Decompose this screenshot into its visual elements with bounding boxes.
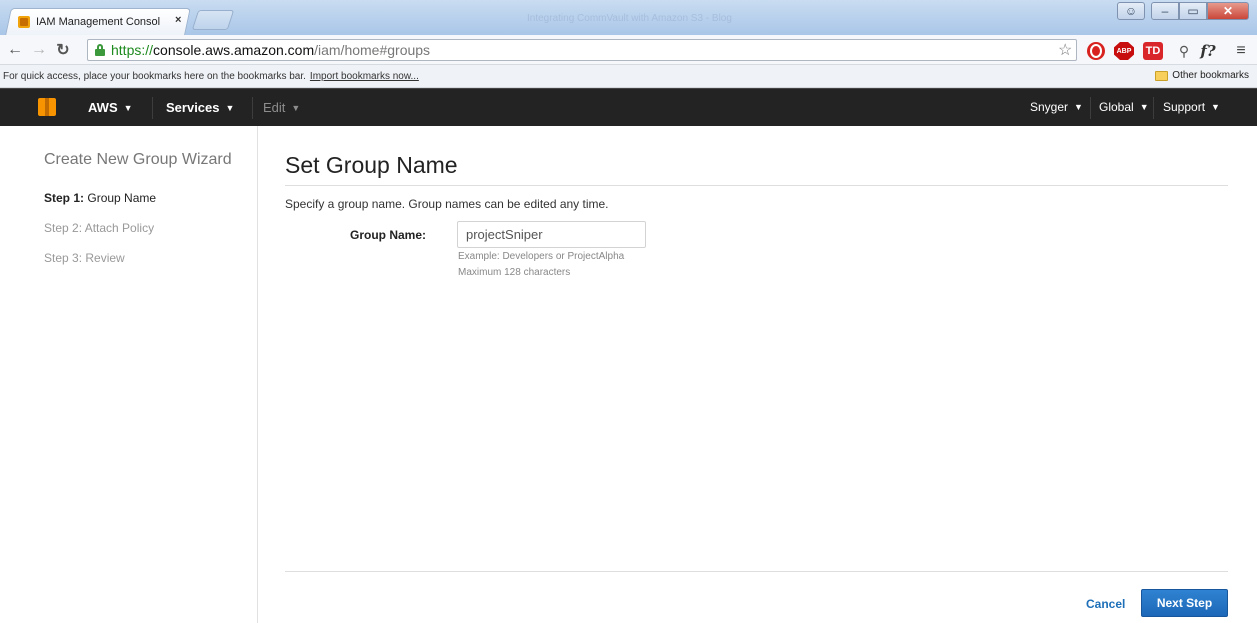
step-label: Review [85, 251, 125, 265]
chevron-down-icon: ▼ [123, 102, 133, 113]
cancel-button[interactable]: Cancel [1086, 597, 1125, 611]
bookmark-star-icon[interactable]: ☆ [1058, 40, 1072, 60]
aws-top-nav: AWS ▼ Services ▼ Edit ▼ Snyger ▼ Global … [0, 88, 1257, 126]
services-menu[interactable]: Services ▼ [166, 100, 234, 115]
step-number: Step 1: [44, 191, 85, 205]
browser-menu-icon[interactable]: ≡ [1232, 42, 1250, 60]
user-profile-icon[interactable]: ☺ [1117, 2, 1145, 20]
chevron-down-icon: ▼ [225, 102, 235, 113]
forward-arrow-icon[interactable]: → [30, 41, 48, 59]
wizard-step-review: Step 3: Review [44, 251, 125, 265]
aws-cube-icon[interactable] [38, 98, 56, 116]
other-bookmarks-button[interactable]: Other bookmarks [1155, 70, 1249, 81]
chevron-down-icon: ▼ [1211, 102, 1220, 112]
edit-menu[interactable]: Edit ▼ [263, 100, 300, 115]
lock-icon [94, 44, 106, 56]
group-name-max-hint: Maximum 128 characters [458, 267, 571, 278]
reload-icon[interactable]: ↻ [54, 40, 72, 60]
maximize-icon[interactable]: ▭ [1179, 2, 1207, 20]
nav-divider [152, 97, 153, 119]
next-step-button[interactable]: Next Step [1141, 589, 1228, 617]
footer-divider [285, 571, 1228, 572]
step-number: Step 3: [44, 251, 83, 265]
nav-divider [1090, 97, 1091, 119]
step-label: Attach Policy [84, 221, 155, 235]
aws-menu-label: AWS [88, 100, 118, 115]
edit-menu-label: Edit [263, 100, 286, 115]
other-bookmarks-label: Other bookmarks [1172, 70, 1249, 81]
font-finder-extension-icon[interactable]: f? [1197, 42, 1219, 60]
nav-divider [252, 97, 253, 119]
group-name-input[interactable] [457, 221, 646, 248]
wizard-step-group-name: Step 1: Group Name [44, 191, 156, 205]
new-tab-button[interactable] [191, 10, 235, 30]
minimize-icon[interactable]: – [1151, 2, 1179, 20]
step-number: Step 2: [44, 221, 83, 235]
user-menu-label: Snyger [1030, 100, 1069, 114]
services-menu-label: Services [166, 100, 220, 115]
import-bookmarks-link[interactable]: Import bookmarks now... [310, 71, 419, 82]
support-menu-label: Support [1163, 100, 1206, 114]
aws-menu[interactable]: AWS ▼ [88, 100, 133, 115]
magic-wand-extension-icon[interactable]: ⚲ [1174, 42, 1194, 60]
back-arrow-icon[interactable]: ← [6, 41, 24, 59]
browser-titlebar: IAM Management Consol × Integrating Comm… [0, 0, 1257, 35]
step-label: Group Name [87, 191, 157, 205]
chevron-down-icon: ▼ [1074, 102, 1083, 112]
window-controls: ☺ – ▭ ✕ [1117, 2, 1249, 20]
region-menu-label: Global [1099, 100, 1134, 114]
nav-divider [1153, 97, 1154, 119]
wizard-step-attach-policy: Step 2: Attach Policy [44, 221, 154, 235]
folder-icon [1155, 70, 1169, 81]
wizard-sidebar: Create New Group Wizard Step 1: Group Na… [0, 126, 258, 623]
support-menu[interactable]: Support ▼ [1163, 100, 1220, 114]
browser-toolbar: ← → ↻ https://console.aws.amazon.com/iam… [0, 35, 1257, 65]
tab-close-icon[interactable]: × [175, 14, 181, 26]
opera-extension-icon[interactable] [1087, 42, 1105, 60]
group-name-example-hint: Example: Developers or ProjectAlpha [458, 251, 625, 262]
address-bar[interactable]: https://console.aws.amazon.com/iam/home#… [87, 39, 1077, 61]
close-window-icon[interactable]: ✕ [1207, 2, 1249, 20]
browser-tab-content[interactable]: IAM Management Consol [18, 13, 168, 31]
adblock-plus-icon[interactable]: ABP [1114, 42, 1134, 60]
wizard-title: Create New Group Wizard [44, 151, 232, 168]
aws-favicon-icon [18, 16, 30, 28]
tweetdeck-extension-icon[interactable]: TD [1143, 42, 1163, 60]
region-menu[interactable]: Global ▼ [1099, 100, 1149, 114]
url-path: /iam/home#groups [314, 42, 431, 58]
page-title: Set Group Name [285, 152, 458, 178]
user-menu[interactable]: Snyger ▼ [1030, 100, 1083, 114]
group-name-label: Group Name: [350, 228, 427, 242]
chevron-down-icon: ▼ [291, 102, 301, 113]
bookmarks-prompt: For quick access, place your bookmarks h… [3, 70, 306, 82]
tab-title: IAM Management Consol [36, 16, 161, 28]
bookmarks-bar: For quick access, place your bookmarks h… [0, 65, 1257, 88]
url-scheme: https:// [111, 42, 154, 58]
page-description: Specify a group name. Group names can be… [285, 197, 609, 211]
background-window-title: Integrating CommVault with Amazon S3 - B… [527, 13, 732, 24]
url-host: console.aws.amazon.com [153, 42, 315, 58]
chevron-down-icon: ▼ [1139, 102, 1149, 112]
title-divider [285, 185, 1228, 186]
